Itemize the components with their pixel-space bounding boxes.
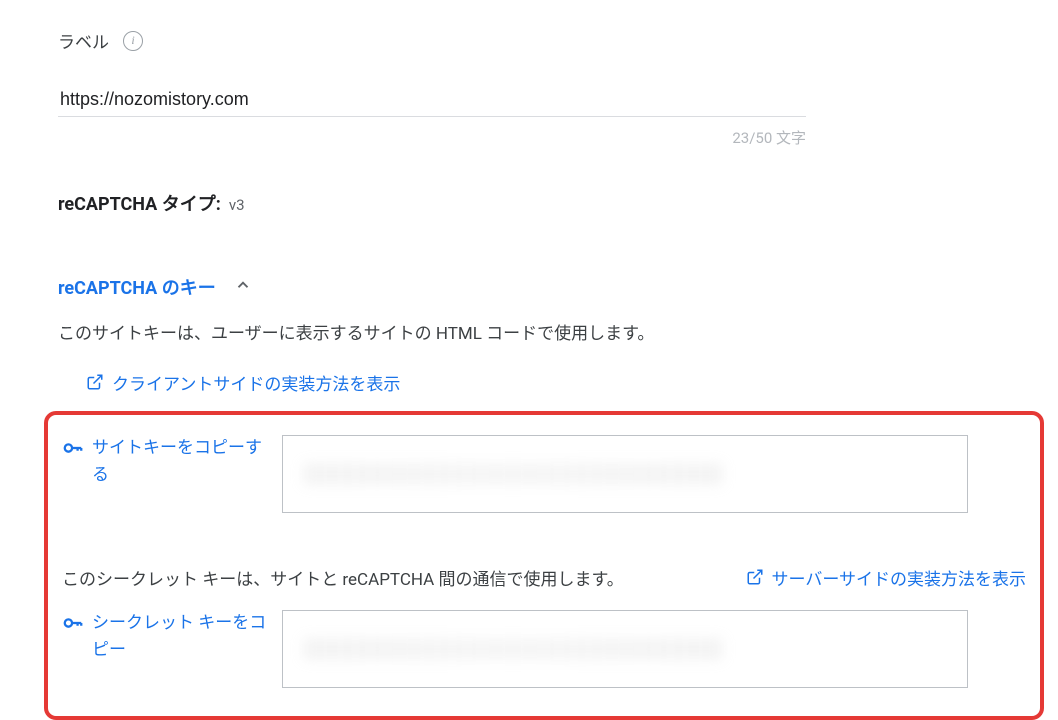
secret-key-desc-row: このシークレット キーは、サイトと reCAPTCHA 間の通信で使用します。 …	[62, 565, 1026, 590]
server-side-link-text: サーバーサイドの実装方法を表示	[772, 565, 1027, 590]
site-key-value-box[interactable]	[282, 435, 968, 513]
label-title: ラベル	[58, 28, 109, 53]
label-row: ラベル i	[58, 28, 1000, 53]
label-url-input[interactable]	[58, 83, 806, 117]
info-icon[interactable]: i	[123, 31, 143, 51]
recaptcha-type-value: v3	[229, 196, 245, 214]
site-key-description: このサイトキーは、ユーザーに表示するサイトの HTML コードで使用します。	[58, 322, 1000, 348]
char-counter: 23/50 文字	[58, 127, 806, 148]
copy-site-key-button[interactable]: サイトキーをコピーする	[62, 435, 272, 489]
client-side-link-text: クライアントサイドの実装方法を表示	[112, 370, 400, 395]
secret-key-description: このシークレット キーは、サイトと reCAPTCHA 間の通信で使用します。	[62, 565, 624, 590]
server-side-link[interactable]: サーバーサイドの実装方法を表示	[746, 565, 1027, 590]
keys-section-title: reCAPTCHA のキー	[58, 274, 216, 300]
copy-secret-key-button[interactable]: シークレット キーをコピー	[62, 610, 272, 664]
recaptcha-type-row: reCAPTCHA タイプ: v3	[58, 190, 1000, 216]
chevron-up-icon	[234, 276, 252, 298]
copy-secret-key-label: シークレット キーをコピー	[92, 610, 272, 664]
keys-section-header[interactable]: reCAPTCHA のキー	[58, 274, 1000, 300]
site-key-row: サイトキーをコピーする	[62, 435, 1026, 513]
key-icon	[62, 437, 84, 463]
secret-key-value-box[interactable]	[282, 610, 968, 688]
recaptcha-type-label: reCAPTCHA タイプ:	[58, 190, 221, 216]
copy-site-key-label: サイトキーをコピーする	[92, 435, 272, 489]
external-link-icon	[86, 373, 104, 391]
key-icon	[62, 612, 84, 638]
external-link-icon	[746, 568, 764, 586]
keys-highlight-box: サイトキーをコピーする このシークレット キーは、サイトと reCAPTCHA …	[44, 411, 1044, 720]
client-side-link[interactable]: クライアントサイドの実装方法を表示	[86, 370, 1000, 395]
secret-key-row: シークレット キーをコピー	[62, 610, 1026, 688]
secret-key-value-redacted	[303, 638, 723, 660]
site-key-value-redacted	[303, 463, 723, 485]
